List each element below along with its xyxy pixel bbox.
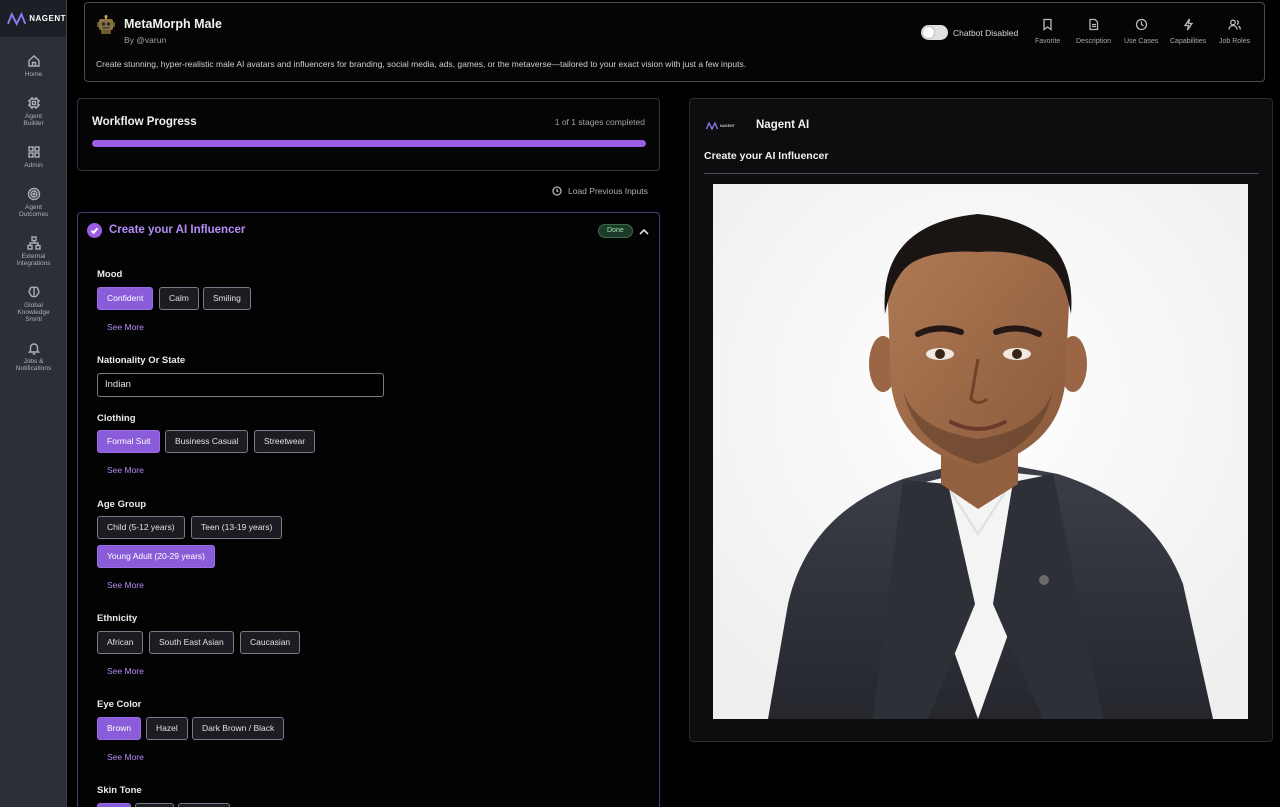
- clothing-option-business-casual[interactable]: Business Casual: [165, 430, 249, 453]
- eye-option-dark-brown[interactable]: Dark Brown / Black: [192, 717, 285, 740]
- agent-title: MetaMorph Male: [124, 17, 222, 31]
- description-button[interactable]: Description: [1076, 18, 1111, 45]
- eye-option-brown[interactable]: Brown: [97, 717, 142, 740]
- ethnicity-label: Ethnicity: [97, 613, 138, 624]
- nagent-logo-text: NAGENT: [720, 124, 735, 128]
- agent-header: MetaMorph Male By @varun Create stunning…: [84, 2, 1265, 82]
- check-circle-icon: [87, 223, 102, 238]
- action-label: Favorite: [1035, 38, 1061, 45]
- bell-icon: [27, 341, 41, 355]
- status-badge: Done: [598, 224, 633, 238]
- age-option-teen[interactable]: Teen (13-19 years): [191, 516, 283, 539]
- generated-portrait-image[interactable]: [713, 184, 1248, 719]
- sidebar-item-label: Global Knowledge Smriti: [17, 302, 50, 323]
- ethnicity-option-south-east-asian[interactable]: South East Asian: [149, 631, 234, 654]
- chip-icon: [27, 96, 41, 110]
- action-label: Capabilities: [1170, 38, 1207, 45]
- nagent-logo: NAGENT: [706, 119, 736, 133]
- sidebar-item-home[interactable]: Home: [0, 54, 67, 78]
- sidebar-item-label: Home: [24, 71, 43, 78]
- load-previous-inputs-button[interactable]: Load Previous Inputs: [552, 186, 648, 196]
- robot-icon: [96, 15, 116, 35]
- ethnicity-option-african[interactable]: African: [97, 631, 144, 654]
- age-see-more-link[interactable]: See More: [107, 580, 144, 590]
- eye-see-more-link[interactable]: See More: [107, 752, 144, 762]
- brand-name: NAGENT: [29, 14, 66, 23]
- ethnicity-see-more-link[interactable]: See More: [107, 666, 144, 676]
- workflow-progress-card: Workflow Progress 1 of 1 stages complete…: [77, 98, 660, 171]
- clock-icon: [1135, 18, 1147, 31]
- sidebar-item-label: Agent Outcomes: [18, 204, 49, 218]
- chatbot-toggle-label: Chatbot Disabled: [953, 28, 1019, 38]
- grid-icon: [27, 145, 41, 159]
- lightning-icon: [1183, 18, 1193, 31]
- network-icon: [26, 236, 41, 250]
- sidebar-item-label: Admin: [24, 162, 43, 169]
- home-icon: [27, 54, 41, 68]
- chevron-up-icon[interactable]: [638, 225, 650, 237]
- workflow-progress-count: 1 of 1 stages completed: [554, 117, 645, 127]
- action-label: Job Roles: [1219, 38, 1251, 45]
- target-icon: [27, 187, 41, 201]
- sidebar-item-admin[interactable]: Admin: [0, 145, 67, 169]
- use-cases-button[interactable]: Use Cases: [1124, 18, 1158, 45]
- mood-option-smiling[interactable]: Smiling: [203, 287, 251, 310]
- nagent-logo-icon: [706, 122, 718, 130]
- document-icon: [1089, 18, 1099, 31]
- workflow-progress-fill: [92, 140, 646, 147]
- workflow-progress-title: Workflow Progress: [92, 116, 197, 128]
- skin-option-1[interactable]: [97, 803, 131, 807]
- output-heading: Create your AI Influencer: [704, 150, 829, 162]
- chatbot-toggle[interactable]: [921, 25, 948, 40]
- clothing-label: Clothing: [97, 413, 136, 424]
- stage-card: Create your AI Influencer Done Mood Conf…: [77, 212, 660, 807]
- mood-option-confident[interactable]: Confident: [97, 287, 154, 310]
- sidebar-item-label: Agent Builder: [23, 113, 44, 127]
- mood-label: Mood: [97, 269, 123, 280]
- clothing-see-more-link[interactable]: See More: [107, 465, 144, 475]
- output-divider: [704, 173, 1259, 174]
- age-group-label: Age Group: [97, 499, 147, 510]
- sidebar-item-label: Jobs & Notifications: [15, 358, 52, 372]
- action-label: Use Cases: [1124, 38, 1159, 45]
- sidebar-item-external-integrations[interactable]: External Integrations: [0, 236, 67, 267]
- capabilities-button[interactable]: Capabilities: [1170, 18, 1206, 45]
- sidebar-item-jobs-notifications[interactable]: Jobs & Notifications: [0, 341, 67, 372]
- age-option-young-adult[interactable]: Young Adult (20-29 years): [97, 545, 215, 568]
- sidebar-item-global-knowledge[interactable]: Global Knowledge Smriti: [0, 285, 67, 323]
- nationality-input[interactable]: Indian: [97, 373, 384, 397]
- skin-option-3[interactable]: [178, 803, 230, 807]
- users-icon: [1228, 19, 1242, 30]
- sidebar-item-agent-outcomes[interactable]: Agent Outcomes: [0, 187, 67, 218]
- sidebar-item-label: External Integrations: [16, 253, 51, 267]
- bookmark-icon: [1043, 18, 1052, 31]
- brain-icon: [27, 285, 41, 299]
- ethnicity-option-caucasian[interactable]: Caucasian: [240, 631, 301, 654]
- agent-description: Create stunning, hyper-realistic male AI…: [96, 59, 747, 69]
- nationality-label: Nationality Or State: [97, 355, 186, 366]
- mood-see-more-link[interactable]: See More: [107, 322, 144, 332]
- sidebar: NAGENT Home Agent Builder Admin Agent Ou…: [0, 0, 67, 807]
- workflow-progress-bar: [92, 140, 646, 147]
- favorite-button[interactable]: Favorite: [1035, 18, 1060, 45]
- clothing-option-formal-suit[interactable]: Formal Suit: [97, 430, 161, 453]
- history-icon: [552, 186, 562, 196]
- stage-title[interactable]: Create your AI Influencer: [109, 224, 245, 236]
- eye-option-hazel[interactable]: Hazel: [146, 717, 188, 740]
- skin-option-2[interactable]: [135, 803, 174, 807]
- load-previous-label: Load Previous Inputs: [568, 186, 648, 196]
- skin-tone-label: Skin Tone: [97, 785, 142, 796]
- nagent-logo-icon: [7, 11, 27, 26]
- brand-logo[interactable]: NAGENT: [0, 0, 66, 37]
- eye-color-label: Eye Color: [97, 699, 142, 710]
- action-label: Description: [1076, 38, 1112, 45]
- mood-option-calm[interactable]: Calm: [159, 287, 199, 310]
- age-option-child[interactable]: Child (5-12 years): [97, 516, 185, 539]
- output-agent-name: Nagent AI: [756, 119, 810, 131]
- clothing-option-streetwear[interactable]: Streetwear: [254, 430, 316, 453]
- job-roles-button[interactable]: Job Roles: [1219, 18, 1250, 45]
- output-panel: NAGENT Nagent AI Create your AI Influenc…: [689, 98, 1273, 742]
- agent-author: By @varun: [124, 35, 167, 45]
- sidebar-item-agent-builder[interactable]: Agent Builder: [0, 96, 67, 127]
